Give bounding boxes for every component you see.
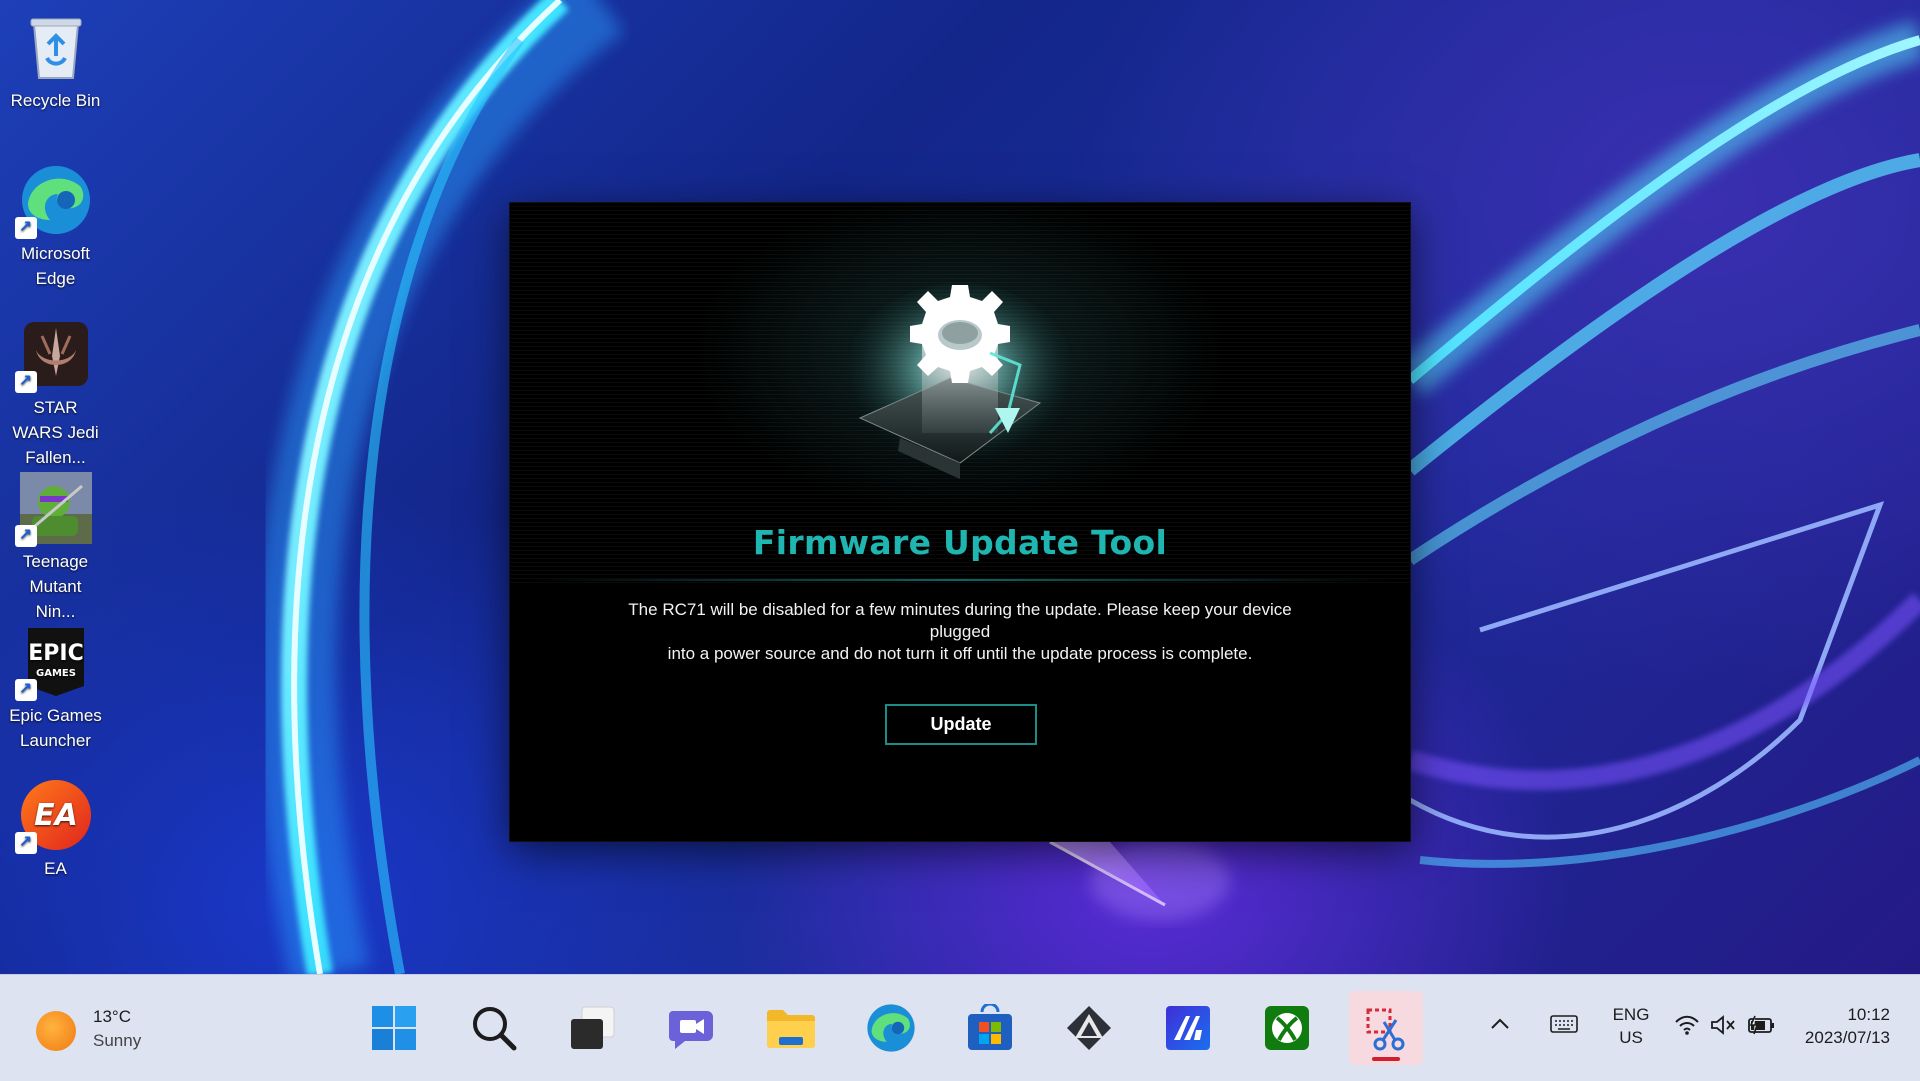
teams-chat-icon [669,1011,713,1049]
weather-temperature: 13°C [93,1007,131,1026]
taskbar-myasus-button[interactable] [1151,991,1225,1065]
language-code: ENG [1612,1005,1650,1024]
tmnt-icon: ↗ [14,471,93,547]
desktop-icon-label: Microsoft Edge [21,244,90,288]
shortcut-arrow-icon: ↗ [14,832,37,854]
desktop-icon-label: STAR WARS Jedi Fallen... [12,398,99,467]
edge-icon [867,1004,915,1052]
sun-icon [36,1011,76,1051]
taskbar-armoury-crate-button[interactable] [1052,991,1126,1065]
task-view-icon [571,1006,615,1049]
svg-text:EPIC: EPIC [28,641,83,666]
xbox-icon [1265,1006,1309,1050]
desktop-icon-label: Recycle Bin [10,91,101,110]
wifi-icon[interactable] [1674,1014,1700,1036]
input-language-indicator[interactable]: ENG US [1598,1003,1664,1049]
taskbar-edge-button[interactable] [854,991,928,1065]
desktop-icon-recycle-bin[interactable]: Recycle Bin [4,0,107,113]
desktop-icon-microsoft-edge[interactable]: ↗ Microsoft Edge [4,153,107,291]
desktop-icon-tmnt[interactable]: ↗ Teenage Mutant Nin... [4,461,107,624]
clock-date: 2023/07/13 [1804,1028,1890,1047]
desktop-icon-epic-games[interactable]: EPIC GAMES ↗ Epic Games Launcher [4,615,107,753]
myasus-icon [1166,1006,1210,1050]
search-icon [473,1007,517,1051]
shortcut-arrow-icon: ↗ [14,525,37,547]
taskbar-file-explorer-button[interactable] [754,991,828,1065]
title-divider [530,579,1390,581]
recycle-bin-icon [19,10,93,84]
weather-widget[interactable]: 13°C Sunny [36,1005,176,1053]
shortcut-arrow-icon: ↗ [14,371,37,393]
taskbar-start-button[interactable] [357,991,431,1065]
system-clock[interactable]: 10:12 2023/07/13 [1778,1003,1890,1049]
taskbar-store-button[interactable] [953,991,1027,1065]
battery-charging-icon[interactable] [1746,1014,1776,1036]
dialog-message-line-1: The RC71 will be disabled for a few minu… [628,600,1292,641]
jedi-order-icon: ↗ [14,317,93,393]
taskbar-search-button[interactable] [457,991,531,1065]
dialog-title: Firmware Update Tool [752,523,1168,562]
update-button[interactable]: Update [885,704,1037,745]
snipping-tool-icon [1366,1008,1405,1051]
desktop-icon-label: Teenage Mutant Nin... [22,552,89,621]
desktop-icon-star-wars-jedi[interactable]: ↗ STAR WARS Jedi Fallen... [4,307,107,470]
armoury-crate-icon [1067,1006,1111,1050]
touch-keyboard-icon[interactable] [1550,1013,1578,1035]
svg-text:GAMES: GAMES [36,668,76,679]
dialog-message: The RC71 will be disabled for a few minu… [600,599,1320,665]
desktop-icon-label: EA [44,859,67,878]
taskbar-chat-button[interactable] [655,991,729,1065]
taskbar-snipping-tool-button[interactable] [1349,991,1423,1065]
desktop-icon-ea[interactable]: EA ↗ EA [4,768,107,881]
show-hidden-icons-chevron-icon[interactable] [1488,1012,1512,1036]
active-app-indicator [1372,1057,1400,1061]
edge-icon: ↗ [14,163,93,239]
store-icon [968,1004,1012,1050]
weather-condition: Sunny [93,1031,142,1050]
keyboard-layout: US [1619,1028,1643,1047]
ea-icon: EA ↗ [14,778,93,854]
dialog-message-line-2: into a power source and do not turn it o… [667,644,1253,663]
firmware-gear-icon [845,283,1075,479]
taskbar-xbox-button[interactable] [1250,991,1324,1065]
shortcut-arrow-icon: ↗ [14,679,37,701]
clock-time: 10:12 [1847,1005,1890,1024]
taskbar-task-view-button[interactable] [556,991,630,1065]
shortcut-arrow-icon: ↗ [14,217,37,239]
epic-games-icon: EPIC GAMES ↗ [14,625,93,701]
firmware-update-dialog: Firmware Update Tool The RC71 will be di… [510,203,1410,841]
folder-icon [767,1010,815,1048]
desktop-icon-label: Epic Games Launcher [9,706,102,750]
volume-muted-icon[interactable] [1710,1014,1736,1036]
svg-text:EA: EA [34,798,78,833]
windows-start-icon [372,1006,416,1050]
